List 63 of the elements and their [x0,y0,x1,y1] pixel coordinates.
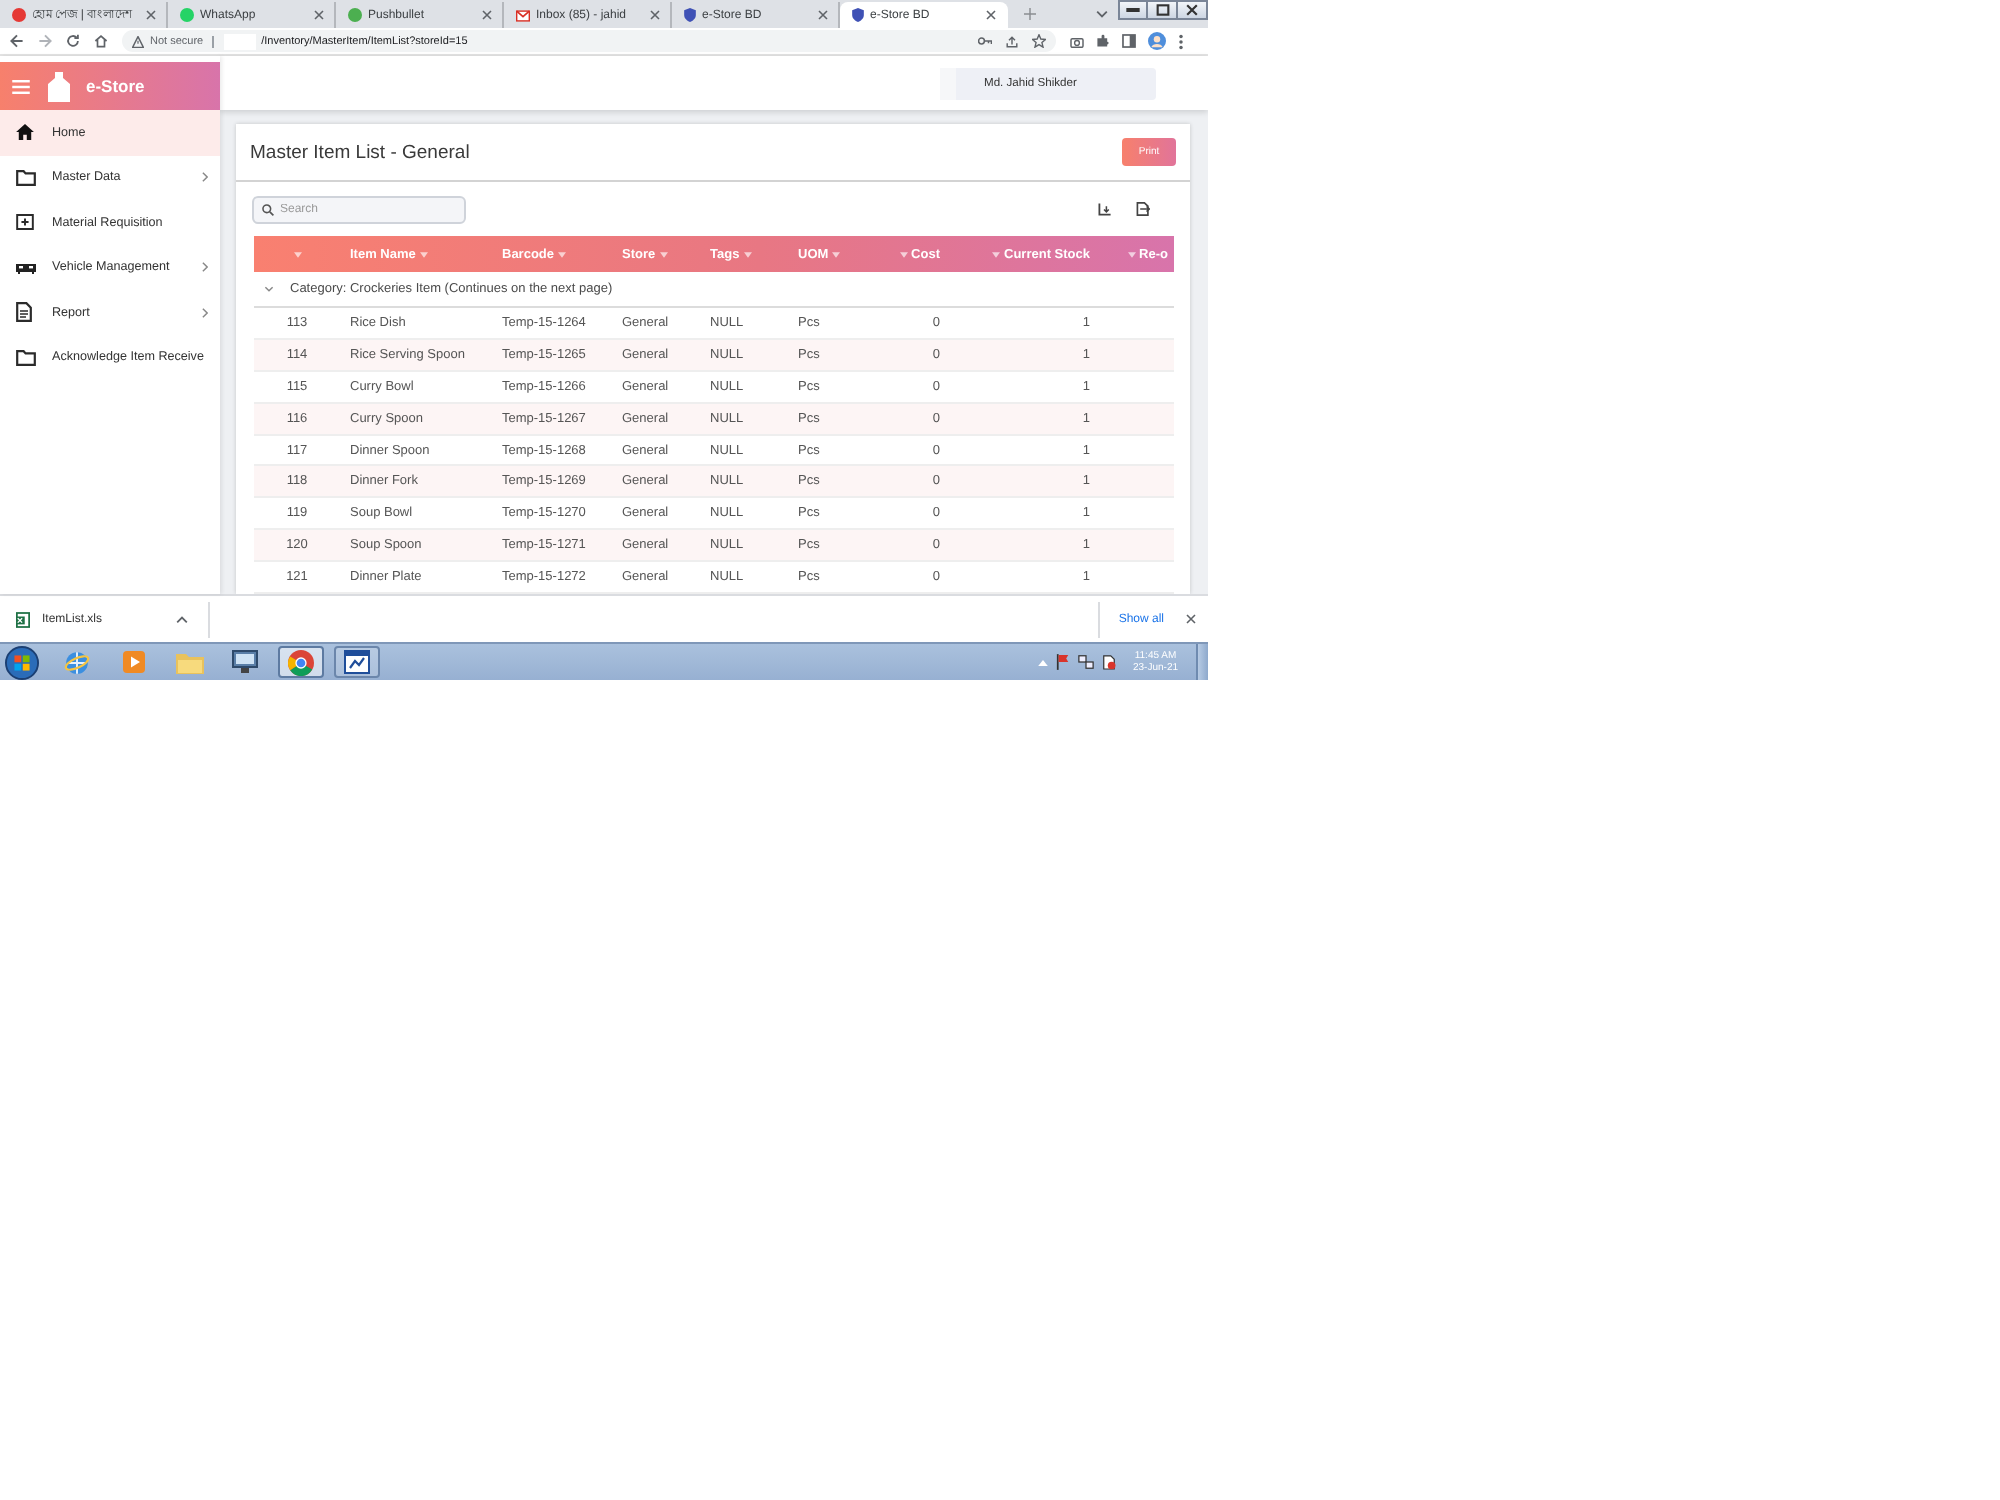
sort-arrow-icon [899,251,908,257]
close-icon [1186,4,1198,16]
sort-arrow-icon [1127,251,1136,257]
close-icon[interactable] [818,10,828,20]
sort-arrow-icon [832,251,841,257]
close-icon[interactable] [986,10,996,20]
share-icon[interactable] [1006,35,1018,47]
folder-icon [175,651,203,673]
folder-icon [16,349,36,366]
window-icon [344,650,370,674]
sort-arrow-icon [743,251,752,257]
sort-arrow-icon [659,251,668,257]
close-icon[interactable] [650,10,660,20]
flag-icon[interactable] [1056,654,1071,670]
camera-icon[interactable] [1070,35,1084,47]
search-icon [262,203,274,215]
close-icon[interactable] [146,10,156,20]
monitor-icon [232,650,258,674]
network-icon[interactable] [1078,654,1095,670]
alert-icon[interactable] [1102,654,1117,670]
minimize-icon [1126,8,1140,12]
reload-icon[interactable] [66,34,80,48]
sort-arrow-icon [558,251,567,257]
warning-icon [132,35,144,47]
card-title: Master Item List - General [250,141,470,163]
menu-icon[interactable] [12,79,30,93]
star-icon[interactable] [1032,34,1046,48]
app-logo-text: e-Store [86,76,145,96]
globe-icon [64,649,90,675]
minimize-button[interactable] [1118,0,1148,20]
taskbar-button[interactable] [334,646,380,678]
file-arrow-icon[interactable] [1136,202,1150,216]
maximize-icon [1155,4,1169,16]
play-icon [121,650,145,674]
sort-arrow-icon [293,251,301,257]
caret-down-icon[interactable] [1096,10,1108,18]
sort-arrow-icon [419,251,428,257]
avatar-icon[interactable] [1148,32,1166,50]
back-arrow-icon[interactable] [10,34,24,48]
start-orb-icon[interactable] [4,645,40,679]
home-icon [16,124,34,141]
home-icon[interactable] [94,34,108,48]
add-box-icon [16,214,34,231]
sort-arrow-icon [992,251,1001,257]
round-logo-icon [288,649,314,675]
spreadsheet-file-icon [16,611,30,627]
caret-down-icon[interactable] [264,286,274,292]
tray-arrow-icon[interactable] [1098,202,1112,216]
maximize-button[interactable] [1148,0,1178,20]
close-window-button[interactable] [1178,0,1208,20]
taskbar-button[interactable] [278,646,324,678]
puzzle-icon[interactable] [1096,34,1110,48]
menu-dots-icon[interactable] [1178,33,1184,49]
sidebar-icon[interactable] [1122,34,1136,48]
close-icon[interactable] [1186,614,1196,624]
folder-icon [16,169,36,186]
close-icon[interactable] [482,10,492,20]
logo-icon [48,71,70,101]
close-icon[interactable] [314,10,324,20]
key-icon[interactable] [978,36,992,46]
car-icon [16,261,36,274]
caret-up-icon[interactable] [176,615,188,623]
document-icon [16,302,32,323]
